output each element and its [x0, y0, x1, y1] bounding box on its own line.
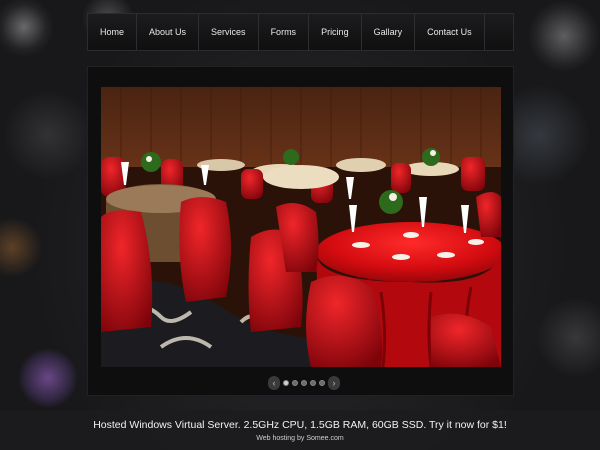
slider-pager: ‹ › [268, 375, 340, 391]
nav-about-us[interactable]: About Us [137, 14, 200, 50]
slider-dot-2[interactable] [292, 380, 298, 386]
hosting-ad-link[interactable]: Hosted Windows Virtual Server. 2.5GHz CP… [0, 410, 600, 431]
hosting-banner: Hosted Windows Virtual Server. 2.5GHz CP… [0, 410, 600, 450]
slider-dot-3[interactable] [301, 380, 307, 386]
chevron-left-icon[interactable]: ‹ [268, 376, 280, 390]
nav-gallary[interactable]: Gallary [362, 14, 416, 50]
slider-dot-1[interactable] [283, 380, 289, 386]
slider-dot-4[interactable] [310, 380, 316, 386]
slider-image-banquet-hall [101, 87, 501, 367]
image-slider: ‹ › [87, 66, 514, 396]
nav-pricing[interactable]: Pricing [309, 14, 362, 50]
nav-contact-us[interactable]: Contact Us [415, 14, 485, 50]
web-hosting-link[interactable]: Web hosting by Somee.com [0, 435, 600, 442]
main-navigation: Home About Us Services Forms Pricing Gal… [87, 13, 514, 51]
chevron-right-icon[interactable]: › [328, 376, 340, 390]
nav-forms[interactable]: Forms [259, 14, 310, 50]
slider-dot-5[interactable] [319, 380, 325, 386]
nav-home[interactable]: Home [88, 14, 138, 50]
nav-services[interactable]: Services [199, 14, 259, 50]
